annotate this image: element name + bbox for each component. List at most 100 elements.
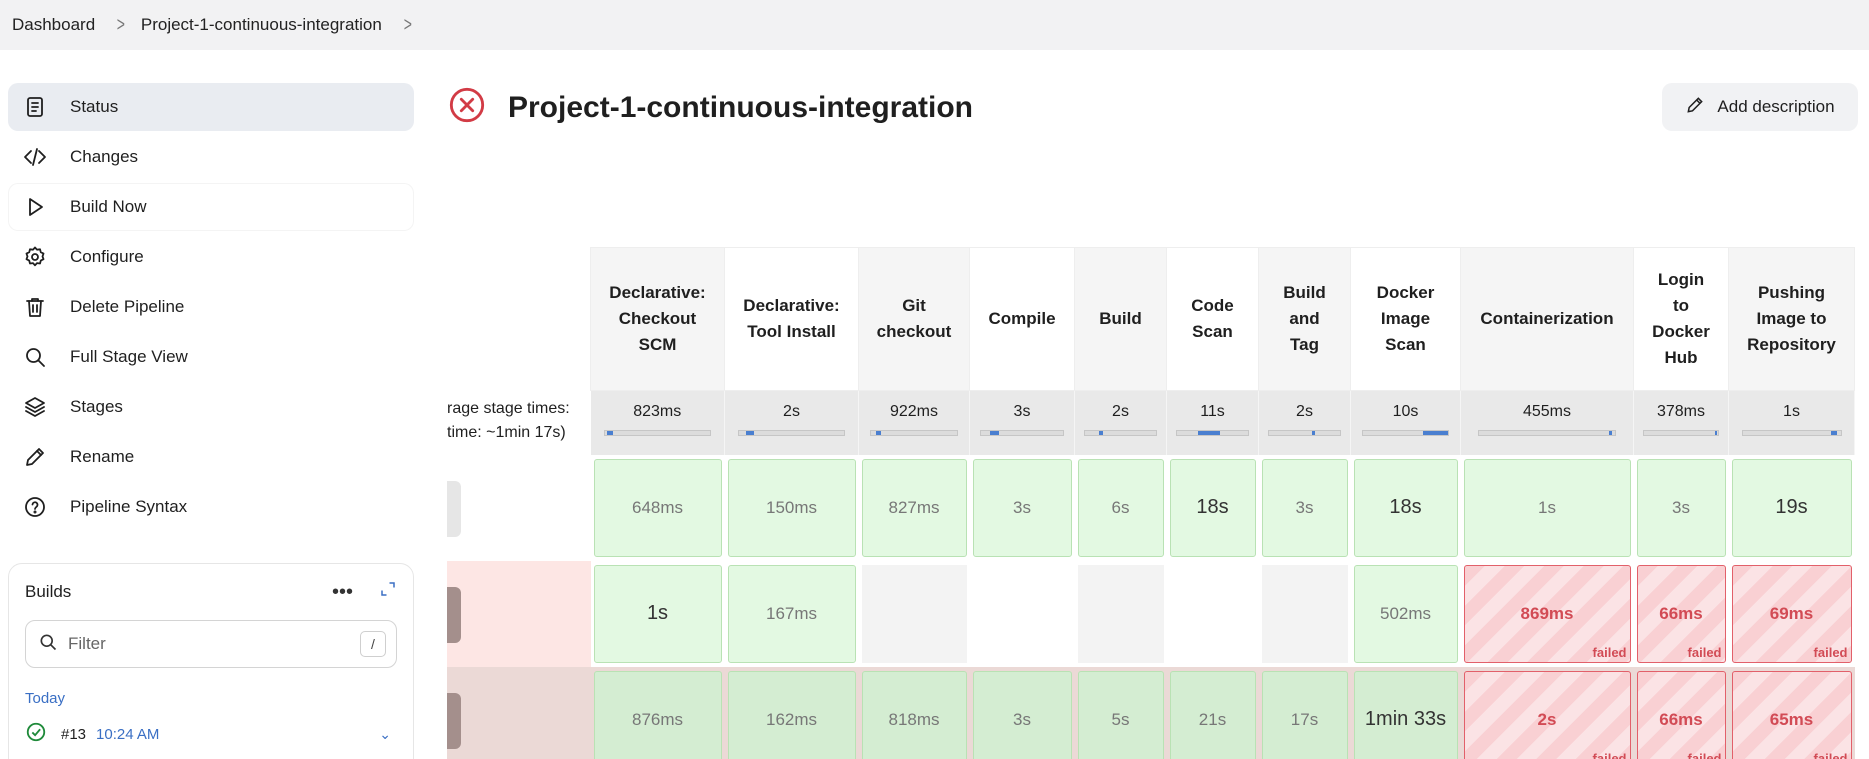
pipeline-run-row: 648ms 150ms 827ms 3s 6s 18s 3s 18s 1s 3s 19s <box>590 454 1855 561</box>
build-time[interactable]: 10:24 AM <box>96 726 159 743</box>
stage-name-line: SCM <box>638 335 677 354</box>
stage-success-box[interactable]: 6s <box>1077 458 1164 557</box>
build-history-item[interactable]: #13 10:24 AM ⌄ <box>25 721 397 747</box>
stage-average-cell: 2s <box>724 390 859 455</box>
gear-icon <box>22 244 48 270</box>
stage-run-cell <box>970 561 1075 667</box>
stage-success-box[interactable]: 648ms <box>593 458 722 557</box>
stage-header: Build and Tag <box>1258 247 1351 391</box>
stage-success-box[interactable]: 18s <box>1353 458 1458 557</box>
breadcrumb-dashboard[interactable]: Dashboard <box>12 15 95 35</box>
stage-average-time: 2s <box>1112 403 1129 420</box>
stage-failed-box[interactable]: 66ms failed <box>1636 670 1726 759</box>
chevron-right-icon[interactable]: > <box>404 14 412 37</box>
stage-name-line: Scan <box>1385 335 1426 354</box>
stage-run-cell: 5s <box>1074 666 1167 759</box>
stage-average-time: 823ms <box>633 403 682 420</box>
stage-average-time: 922ms <box>889 403 939 420</box>
sidebar-item-pipeline-syntax[interactable]: Pipeline Syntax <box>8 483 414 531</box>
stage-name-line: Code <box>1191 296 1234 315</box>
stage-average-cell: 455ms <box>1460 390 1634 455</box>
more-options-icon[interactable]: ••• <box>332 581 353 604</box>
add-description-label: Add description <box>1717 97 1835 116</box>
stage-duration-bar-fill <box>1311 431 1316 435</box>
stage-duration-bar-fill <box>1422 431 1449 435</box>
play-icon <box>22 194 48 220</box>
sidebar-item-stages[interactable]: Stages <box>8 383 414 431</box>
stage-duration: 869ms <box>1520 603 1574 623</box>
page-header: Project-1-continuous-integration <box>448 86 973 129</box>
chevron-down-icon[interactable]: ⌄ <box>379 726 391 743</box>
sidebar-item-changes[interactable]: Changes <box>8 133 414 181</box>
add-description-button[interactable]: Add description <box>1662 83 1858 131</box>
stage-success-box[interactable]: 19s <box>1731 458 1852 557</box>
pipeline-run-row: 876ms 162ms 818ms 3s 5s 21s 17s 1min 33s 2s faile… <box>590 666 1855 759</box>
stage-duration-bar <box>980 430 1064 436</box>
stage-name-line: Repository <box>1747 335 1836 354</box>
run-row-header <box>447 667 591 759</box>
stage-failed-box[interactable]: 65ms failed <box>1731 670 1852 759</box>
stage-success-box[interactable]: 502ms <box>1353 564 1458 663</box>
stage-not-run <box>972 564 1072 663</box>
stage-success-box[interactable]: 162ms <box>727 670 856 759</box>
stage-success-box[interactable]: 21s <box>1169 670 1256 759</box>
stage-duration-bar-fill <box>606 431 614 435</box>
stage-success-box[interactable]: 1s <box>1463 458 1631 557</box>
stage-name-line: Declarative: <box>609 283 706 302</box>
stage-duration: 18s <box>1389 496 1422 518</box>
run-row-header <box>447 455 591 561</box>
stage-duration: 2s <box>1537 709 1557 729</box>
breadcrumb-project[interactable]: Project-1-continuous-integration <box>141 15 382 35</box>
stage-success-box[interactable]: 3s <box>1636 458 1726 557</box>
stage-name-line: Tool Install <box>747 322 836 341</box>
stage-duration: 150ms <box>765 497 818 517</box>
stage-duration: 876ms <box>631 709 684 729</box>
sidebar-item-status[interactable]: Status <box>8 83 414 131</box>
sidebar-item-label: Delete Pipeline <box>70 297 185 316</box>
stage-success-box[interactable]: 876ms <box>593 670 722 759</box>
chevron-right-icon: > <box>116 13 126 36</box>
stage-success-box[interactable]: 3s <box>1261 458 1348 557</box>
pencil-icon <box>1685 95 1717 120</box>
stage-view: rage stage times: time: ~1min 17s) Decla… <box>447 247 1857 759</box>
stage-success-box[interactable]: 1s <box>593 564 722 663</box>
sidebar-item-configure[interactable]: Configure <box>8 233 414 281</box>
stage-duration: 818ms <box>888 709 940 729</box>
stage-success-box[interactable]: 827ms <box>861 458 967 557</box>
stage-failed-box[interactable]: 66ms failed <box>1636 564 1726 663</box>
stage-failed-box[interactable]: 2s failed <box>1463 670 1631 759</box>
build-badge[interactable] <box>447 587 461 643</box>
stage-name-line: checkout <box>876 322 952 341</box>
stage-success-box[interactable]: 818ms <box>861 670 967 759</box>
sidebar-item-full-stage-view[interactable]: Full Stage View <box>8 333 414 381</box>
sidebar-item-delete-pipeline[interactable]: Delete Pipeline <box>8 283 414 331</box>
stage-name-line: Build <box>1283 283 1326 302</box>
stage-duration: 66ms <box>1659 709 1703 729</box>
stage-failed-box[interactable]: 869ms failed <box>1463 564 1631 663</box>
build-badge[interactable] <box>447 481 461 537</box>
stage-success-box[interactable]: 3s <box>972 670 1072 759</box>
build-number[interactable]: #13 <box>61 726 86 743</box>
stage-success-box[interactable]: 150ms <box>727 458 856 557</box>
stage-run-cell: 3s <box>1633 454 1729 561</box>
builds-filter-input[interactable] <box>68 634 360 654</box>
stage-success-box[interactable]: 17s <box>1261 670 1348 759</box>
sidebar-item-label: Full Stage View <box>70 347 188 366</box>
stage-average-time: 455ms <box>1522 403 1572 420</box>
sidebar-item-rename[interactable]: Rename <box>8 433 414 481</box>
stage-success-box[interactable]: 3s <box>972 458 1072 557</box>
expand-icon[interactable] <box>379 580 397 604</box>
stage-success-box[interactable]: 5s <box>1077 670 1164 759</box>
stage-success-box[interactable]: 167ms <box>727 564 856 663</box>
stage-duration-bar <box>1268 430 1341 436</box>
stage-run-cell: 3s <box>969 454 1075 561</box>
build-group-label: Today <box>25 690 66 707</box>
build-badge[interactable] <box>447 693 461 749</box>
sidebar-item-build-now[interactable]: Build Now <box>8 183 414 231</box>
stage-success-box[interactable]: 1min 33s <box>1353 670 1458 759</box>
stage-duration: 1s <box>1538 497 1556 517</box>
stage-failed-box[interactable]: 69ms failed <box>1731 564 1852 663</box>
stage-duration: 66ms <box>1659 603 1703 623</box>
stage-success-box[interactable]: 18s <box>1169 458 1256 557</box>
stage-run-cell: 2s failed <box>1460 666 1634 759</box>
